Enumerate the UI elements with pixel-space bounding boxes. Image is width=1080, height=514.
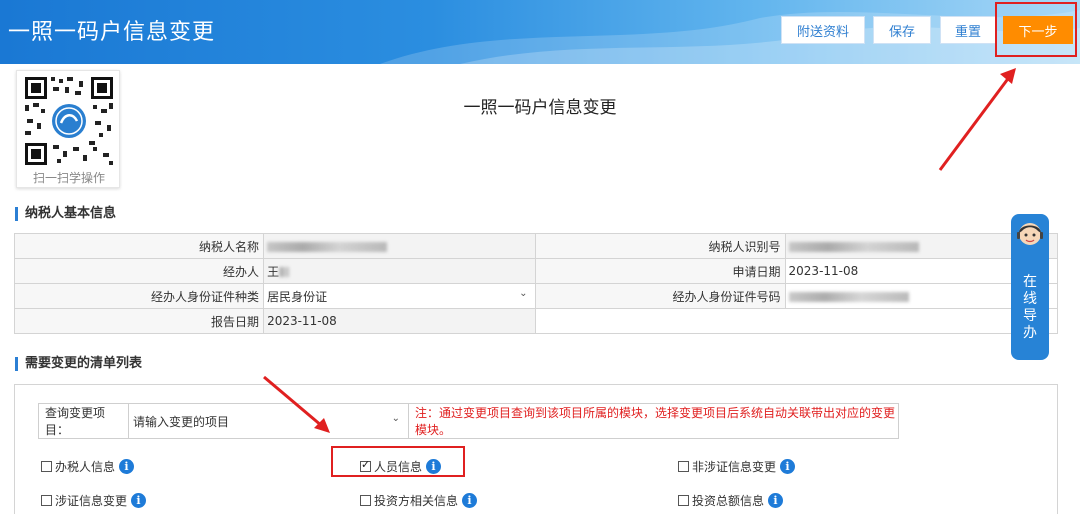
value-agent: 王 bbox=[263, 258, 537, 284]
redacted-value bbox=[788, 291, 909, 302]
app-title: 一照一码户信息变更 bbox=[8, 20, 216, 45]
guide-char: 线 bbox=[1023, 291, 1037, 307]
redacted-value bbox=[267, 241, 388, 252]
info-icon[interactable]: i bbox=[119, 459, 135, 474]
label-report-date: 报告日期 bbox=[13, 308, 265, 334]
info-icon[interactable]: i bbox=[780, 459, 796, 474]
checkbox-item-tax-agent[interactable]: 办税人信息 i bbox=[41, 458, 135, 475]
checkbox-item-non-license-info[interactable]: 非涉证信息变更 i bbox=[678, 458, 796, 475]
info-icon[interactable]: i bbox=[131, 493, 147, 508]
guide-char: 导 bbox=[1023, 308, 1037, 324]
save-button[interactable]: 保存 bbox=[873, 16, 931, 44]
redacted-value bbox=[788, 241, 919, 252]
label-application-date: 申请日期 bbox=[535, 258, 786, 284]
agent-id-type-value: 居民身份证 bbox=[267, 289, 328, 304]
checkbox[interactable] bbox=[678, 461, 689, 472]
online-guide-label: 在 线 导 办 bbox=[1011, 274, 1049, 342]
section-title-change-list: 需要变更的清单列表 bbox=[15, 357, 142, 371]
guide-char: 在 bbox=[1023, 274, 1037, 290]
personnel-highlight-frame bbox=[331, 446, 465, 477]
query-note: 注：通过变更项目查询到该项目所属的模块，选择变更项目后系统自动关联带出对应的变更… bbox=[408, 403, 899, 439]
qr-caption: 扫一扫学操作 bbox=[32, 171, 105, 185]
table-row: 经办人身份证件种类 居民身份证 ⌄ 经办人身份证件号码 bbox=[13, 283, 1059, 309]
label-taxpayer-name: 纳税人名称 bbox=[13, 233, 265, 259]
checkbox-label: 涉证信息变更 bbox=[55, 494, 128, 508]
checkbox-item-investment-total[interactable]: 投资总额信息 i bbox=[678, 492, 784, 509]
value-taxpayer-name bbox=[263, 233, 537, 259]
value-report-date: 2023-11-08 bbox=[263, 308, 537, 334]
qr-code-card: 扫一扫学操作 bbox=[16, 70, 120, 188]
agent-id-type-select[interactable]: 居民身份证 ⌄ bbox=[263, 283, 537, 309]
chevron-down-icon: ⌄ bbox=[391, 412, 400, 424]
chevron-down-icon: ⌄ bbox=[519, 287, 528, 299]
label-agent-id-type: 经办人身份证件种类 bbox=[13, 283, 265, 309]
checkbox-label: 投资总额信息 bbox=[692, 494, 765, 508]
checkbox[interactable] bbox=[360, 495, 371, 506]
checkbox[interactable] bbox=[678, 495, 689, 506]
agent-name-text: 王 bbox=[267, 264, 280, 279]
table-row: 经办人 王 申请日期 2023-11-08 bbox=[13, 258, 1059, 284]
reset-button[interactable]: 重置 bbox=[940, 16, 996, 44]
page-title: 一照一码户信息变更 bbox=[463, 98, 617, 118]
query-select[interactable]: 请输入变更的项目 ⌄ bbox=[128, 403, 409, 439]
table-row: 纳税人名称 纳税人识别号 bbox=[13, 233, 1059, 259]
checkbox-item-license-info[interactable]: 涉证信息变更 i bbox=[41, 492, 147, 509]
query-label: 查询变更项目： bbox=[38, 403, 129, 439]
checkbox-label: 办税人信息 bbox=[55, 460, 116, 474]
qr-code-image bbox=[23, 75, 115, 167]
checkbox-item-investor-info[interactable]: 投资方相关信息 i bbox=[360, 492, 478, 509]
section-title-basic-info: 纳税人基本信息 bbox=[15, 207, 116, 221]
checkbox-label: 非涉证信息变更 bbox=[692, 460, 777, 474]
next-step-highlight-frame bbox=[995, 2, 1077, 57]
info-icon[interactable]: i bbox=[462, 493, 478, 508]
label-agent: 经办人 bbox=[13, 258, 265, 284]
info-icon[interactable]: i bbox=[768, 493, 784, 508]
online-guide-widget[interactable]: 在 线 导 办 bbox=[1011, 214, 1049, 360]
arrow-to-next-button bbox=[938, 68, 1016, 171]
guide-char: 办 bbox=[1023, 325, 1037, 341]
empty-cell bbox=[535, 308, 1058, 334]
table-row: 报告日期 2023-11-08 bbox=[13, 308, 1058, 334]
query-placeholder: 请输入变更的项目 bbox=[133, 414, 230, 429]
label-taxpayer-id: 纳税人识别号 bbox=[535, 233, 786, 259]
checkbox[interactable] bbox=[41, 495, 52, 506]
assistant-avatar-icon bbox=[1017, 223, 1043, 245]
basic-info-table: 纳税人名称 纳税人识别号 经办人 王 申请日期 2023-11-08 经办人身份… bbox=[13, 233, 1059, 334]
label-agent-id-number: 经办人身份证件号码 bbox=[535, 283, 786, 309]
attach-materials-button[interactable]: 附送资料 bbox=[781, 16, 865, 44]
redacted-value bbox=[279, 267, 290, 277]
checkbox[interactable] bbox=[41, 461, 52, 472]
query-bar: 查询变更项目： 请输入变更的项目 ⌄ 注：通过变更项目查询到该项目所属的模块，选择… bbox=[38, 403, 899, 439]
checkbox-label: 投资方相关信息 bbox=[374, 494, 459, 508]
